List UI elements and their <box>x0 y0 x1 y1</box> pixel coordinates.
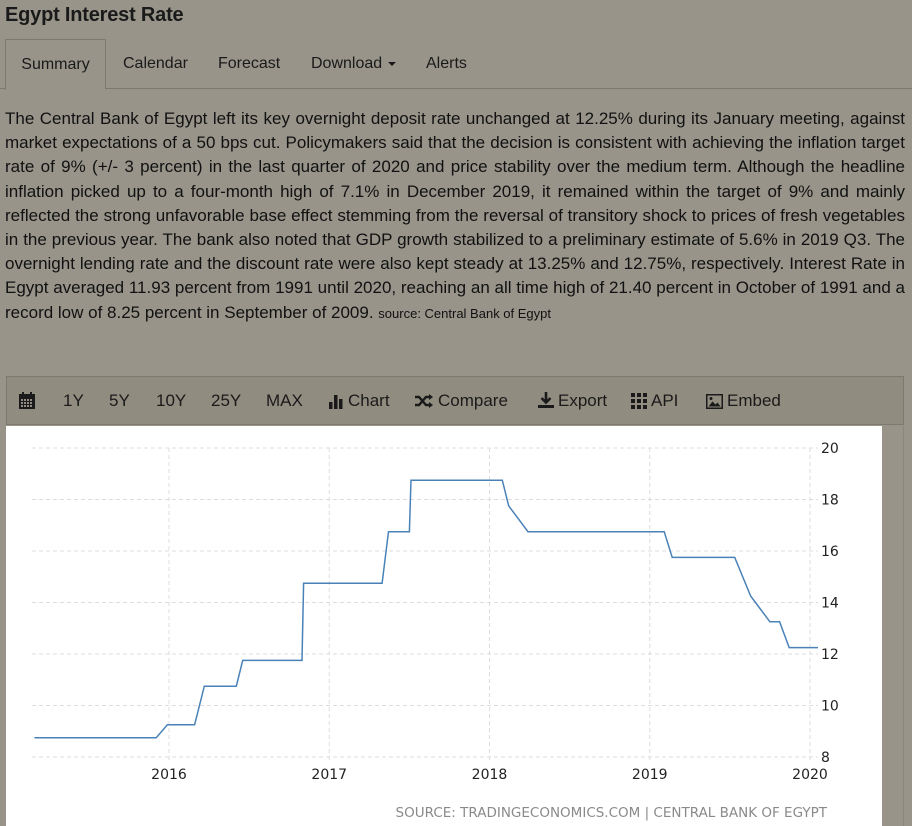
image-icon <box>706 394 723 409</box>
embed-button[interactable]: Embed <box>706 377 781 424</box>
bar-chart-icon <box>329 395 343 409</box>
y-tick-label: 16 <box>821 544 839 560</box>
api-label: API <box>651 391 679 410</box>
tab-forecast[interactable]: Forecast <box>218 39 280 89</box>
tab-bar: Summary Calendar Forecast Download Alert… <box>0 39 912 90</box>
chart-type-button[interactable]: Chart <box>328 377 390 424</box>
tab-calendar[interactable]: Calendar <box>123 39 188 89</box>
series-line <box>34 479 818 739</box>
date-range-button[interactable] <box>19 377 39 424</box>
y-tick-label: 12 <box>821 647 839 663</box>
calendar-icon <box>19 392 35 409</box>
page-title: Egypt Interest Rate <box>5 4 184 26</box>
axis-ticks: 8 10 12 14 16 18 20 2016 2017 2018 2019 2020 <box>151 441 839 783</box>
chart-source-label: SOURCE: TRADINGECONOMICS.COM | CENTRAL B… <box>396 805 828 821</box>
range-1y-button[interactable]: 1Y <box>63 377 84 424</box>
export-button[interactable]: Export <box>538 377 607 424</box>
range-10y-button[interactable]: 10Y <box>156 377 186 424</box>
x-tick-label: 2017 <box>311 767 347 783</box>
line-chart: 8 10 12 14 16 18 20 2016 2017 2018 2019 2020 SOURCE… <box>32 441 839 821</box>
api-button[interactable]: API <box>631 377 678 424</box>
y-tick-label: 20 <box>821 441 839 457</box>
chart-area: 8 10 12 14 16 18 20 2016 2017 2018 2019 2020 SOURCE… <box>6 426 882 826</box>
y-tick-label: 18 <box>821 493 839 509</box>
tab-calendar-label: Calendar <box>123 55 188 72</box>
x-tick-label: 2020 <box>792 767 828 783</box>
download-icon <box>538 392 554 408</box>
tab-summary[interactable]: Summary <box>5 39 106 90</box>
y-tick-label: 14 <box>821 596 839 612</box>
tab-alerts[interactable]: Alerts <box>426 39 467 89</box>
chart-toolbar: 1Y 5Y 10Y 25Y MAX Chart Compare Export A… <box>6 376 904 425</box>
range-5y-button[interactable]: 5Y <box>109 377 130 424</box>
summary-paragraph: The Central Bank of Egypt left its key o… <box>5 107 905 326</box>
x-tick-label: 2018 <box>472 767 508 783</box>
series-layer <box>34 479 818 739</box>
tab-summary-label: Summary <box>21 56 90 73</box>
range-max-button[interactable]: MAX <box>266 377 303 424</box>
y-tick-label: 10 <box>821 699 839 715</box>
right-gutter <box>882 426 904 826</box>
compare-label: Compare <box>438 391 508 410</box>
embed-label: Embed <box>727 391 781 410</box>
shuffle-icon <box>415 394 433 408</box>
grid-icon <box>631 393 647 409</box>
tab-download[interactable]: Download <box>311 39 397 89</box>
tab-forecast-label: Forecast <box>218 55 281 72</box>
compare-button[interactable]: Compare <box>414 377 508 424</box>
y-tick-label: 8 <box>821 750 830 766</box>
summary-source: source: Central Bank of Egypt <box>378 305 551 321</box>
tab-download-label: Download <box>311 55 383 72</box>
grid <box>32 447 818 761</box>
summary-text: The Central Bank of Egypt left its key o… <box>5 109 905 322</box>
x-tick-label: 2019 <box>632 767 668 783</box>
caret-down-icon <box>388 61 397 66</box>
tab-alerts-label: Alerts <box>426 55 467 72</box>
range-25y-button[interactable]: 25Y <box>211 377 241 424</box>
x-tick-label: 2016 <box>151 767 187 783</box>
export-label: Export <box>558 391 608 410</box>
chart-type-label: Chart <box>348 391 390 410</box>
